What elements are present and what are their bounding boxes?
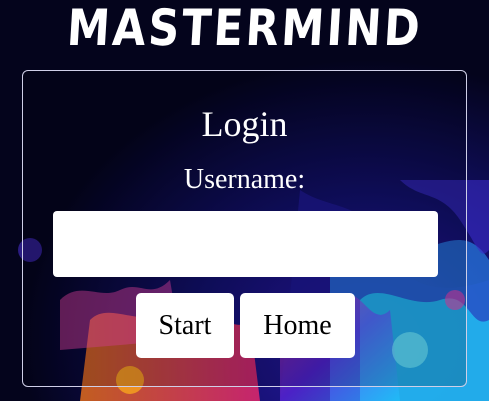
start-button[interactable]: Start bbox=[136, 293, 234, 358]
login-panel: Login Username: Start Home bbox=[22, 70, 467, 387]
username-label: Username: bbox=[183, 164, 306, 195]
app-title: MASTERMIND bbox=[65, 0, 424, 57]
login-heading: Login bbox=[201, 104, 288, 144]
home-button[interactable]: Home bbox=[240, 293, 355, 358]
username-input[interactable] bbox=[53, 211, 438, 277]
